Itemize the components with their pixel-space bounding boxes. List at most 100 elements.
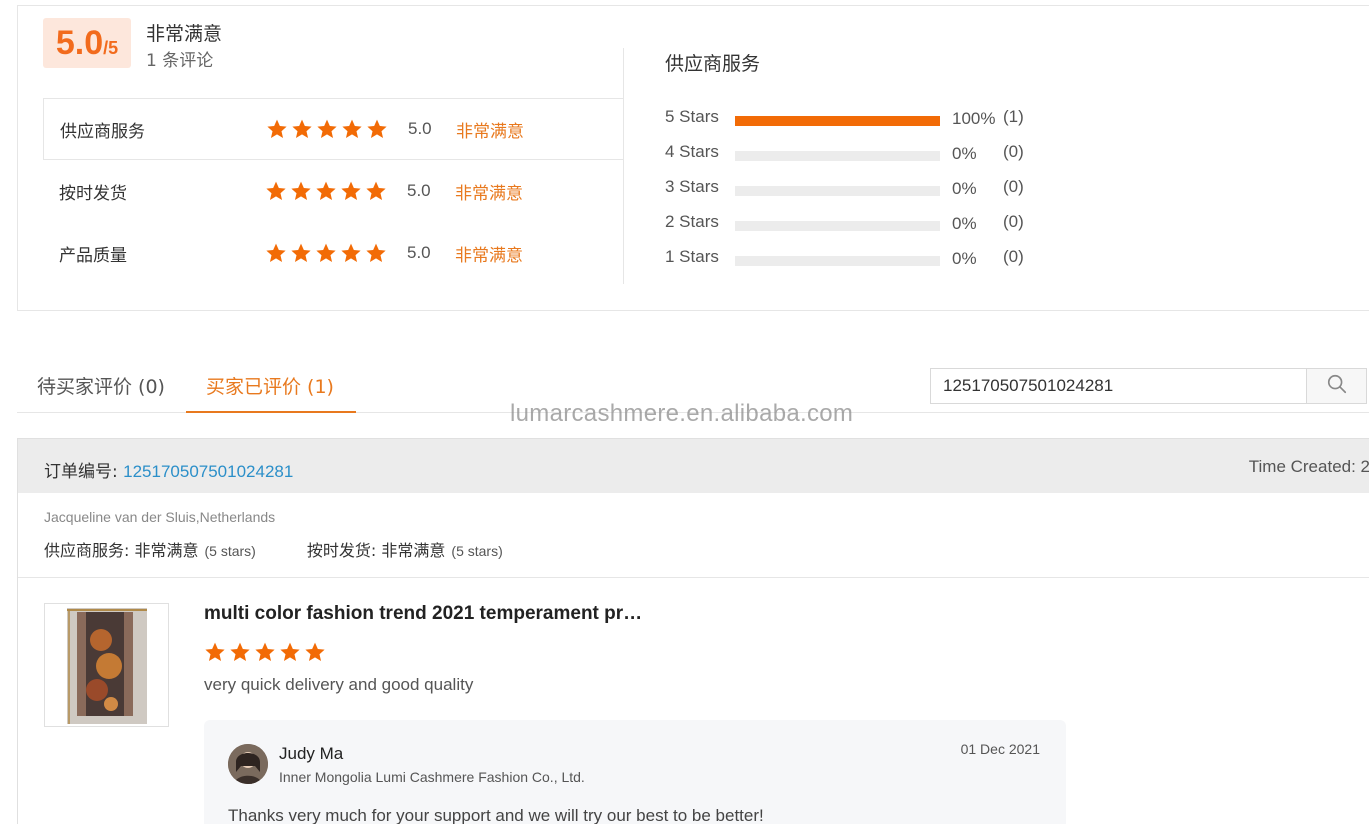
distribution-count: (1)	[1003, 107, 1024, 126]
overall-score: 5.0	[55, 24, 104, 62]
category-name: 供应商服务	[60, 121, 145, 142]
order-number-label: 订单编号:	[44, 462, 124, 482]
rating-stars-text: (5 stars)	[451, 543, 503, 559]
distribution-bar	[735, 116, 940, 126]
star-icon	[254, 641, 276, 663]
tab-pending-reviews[interactable]: 待买家评价 (0)	[37, 372, 165, 399]
category-level: 非常满意	[456, 121, 524, 142]
review-count: 1 条评论	[146, 51, 214, 71]
distribution-percent: 0%	[952, 249, 977, 268]
star-icon	[204, 641, 226, 663]
star-icon	[316, 118, 338, 140]
category-name: 产品质量	[59, 245, 127, 266]
search-button[interactable]	[1306, 369, 1366, 403]
distribution-bar	[735, 186, 940, 196]
category-row-on-time-delivery[interactable]: 按时发货 5.0 非常满意	[43, 160, 623, 222]
product-rating-stars	[204, 641, 326, 663]
order-number-row: 订单编号: 125170507501024281	[44, 457, 293, 482]
distribution-bar	[735, 151, 940, 161]
distribution-label: 4 Stars	[665, 142, 719, 161]
distribution-row-5: 5 Stars 100% (1)	[665, 107, 1045, 131]
distribution-bar	[735, 256, 940, 266]
order-separator	[18, 577, 1369, 578]
star-icon	[365, 180, 387, 202]
star-icon	[279, 641, 301, 663]
star-icon	[366, 118, 388, 140]
order-number-link[interactable]: 125170507501024281	[123, 462, 293, 481]
star-icon	[291, 118, 313, 140]
order-search-box	[930, 368, 1367, 404]
distribution-row-3: 3 Stars 0% (0)	[665, 177, 1045, 201]
distribution-label: 1 Stars	[665, 247, 719, 266]
category-score: 5.0	[407, 181, 431, 200]
watermark: lumarcashmere.en.alibaba.com	[510, 400, 854, 427]
star-icon	[315, 242, 337, 264]
avatar	[228, 744, 268, 784]
category-score: 5.0	[408, 119, 432, 138]
distribution-label: 5 Stars	[665, 107, 719, 126]
category-level: 非常满意	[455, 245, 523, 266]
distribution-row-1: 1 Stars 0% (0)	[665, 247, 1045, 271]
distribution-label: 3 Stars	[665, 177, 719, 196]
search-icon	[1326, 373, 1348, 400]
overall-score-max: /5	[103, 38, 119, 58]
distribution-label: 2 Stars	[665, 212, 719, 231]
buyer-rating-supplier-service: 供应商服务: 非常满意 (5 stars)	[44, 537, 256, 561]
tab-buyer-reviewed[interactable]: 买家已评价 (1)	[206, 372, 334, 399]
star-icon	[340, 180, 362, 202]
product-image	[45, 604, 168, 726]
category-stars	[265, 180, 387, 202]
distribution-bar-fill	[735, 116, 940, 126]
rating-stars-text: (5 stars)	[204, 543, 256, 559]
rating-label: 供应商服务: 非常满意	[44, 541, 199, 560]
reply-author-name: Judy Ma	[279, 744, 344, 763]
reply-text: Thanks very much for your support and we…	[228, 806, 764, 824]
distribution-count: (0)	[1003, 177, 1024, 196]
active-tab-indicator	[186, 411, 356, 413]
rating-label: 按时发货: 非常满意	[306, 541, 446, 560]
buyer-ratings: 供应商服务: 非常满意 (5 stars) 按时发货: 非常满意 (5 stars)	[44, 537, 549, 561]
distribution-percent: 100%	[952, 109, 996, 128]
distribution-row-2: 2 Stars 0% (0)	[665, 212, 1045, 236]
star-icon	[266, 118, 288, 140]
buyer-rating-delivery: 按时发货: 非常满意 (5 stars)	[307, 537, 503, 561]
distribution-percent: 0%	[952, 179, 977, 198]
overall-level: 非常满意	[146, 23, 223, 45]
distribution-percent: 0%	[952, 214, 977, 233]
product-title-link[interactable]: multi color fashion trend 2021 temperame…	[204, 603, 642, 625]
star-icon	[315, 180, 337, 202]
order-search-input[interactable]	[931, 369, 1306, 403]
distribution-row-4: 4 Stars 0% (0)	[665, 142, 1045, 166]
category-stars	[266, 118, 388, 140]
buyer-comment: very quick delivery and good quality	[204, 675, 474, 694]
category-name: 按时发货	[59, 183, 127, 204]
summary-divider	[623, 48, 624, 284]
distribution-count: (0)	[1003, 247, 1024, 266]
distribution-count: (0)	[1003, 142, 1024, 161]
order-review-card: 订单编号: 125170507501024281 Time Created: 2…	[17, 438, 1369, 824]
star-icon	[304, 641, 326, 663]
distribution-percent: 0%	[952, 144, 977, 163]
product-thumbnail[interactable]	[44, 603, 169, 727]
supplier-reply: Judy Ma Inner Mongolia Lumi Cashmere Fas…	[204, 720, 1066, 824]
distribution-bar	[735, 221, 940, 231]
star-icon	[229, 641, 251, 663]
reply-date: 01 Dec 2021	[960, 741, 1040, 757]
buyer-name: Jacqueline van der Sluis,Netherlands	[44, 509, 276, 525]
star-icon	[290, 180, 312, 202]
overall-score-badge: 5.0 /5	[43, 18, 131, 68]
star-icon	[265, 180, 287, 202]
reply-company: Inner Mongolia Lumi Cashmere Fashion Co.…	[279, 769, 585, 785]
category-row-supplier-service[interactable]: 供应商服务 5.0 非常满意	[43, 98, 623, 160]
category-row-product-quality[interactable]: 产品质量 5.0 非常满意	[43, 222, 623, 284]
category-score: 5.0	[407, 243, 431, 262]
distribution-title: 供应商服务	[665, 53, 761, 75]
star-icon	[365, 242, 387, 264]
category-level: 非常满意	[455, 183, 523, 204]
distribution-count: (0)	[1003, 212, 1024, 231]
star-icon	[340, 242, 362, 264]
star-icon	[265, 242, 287, 264]
order-header: 订单编号: 125170507501024281 Time Created: 2	[18, 439, 1369, 493]
time-created: Time Created: 2	[1248, 457, 1369, 476]
star-icon	[341, 118, 363, 140]
